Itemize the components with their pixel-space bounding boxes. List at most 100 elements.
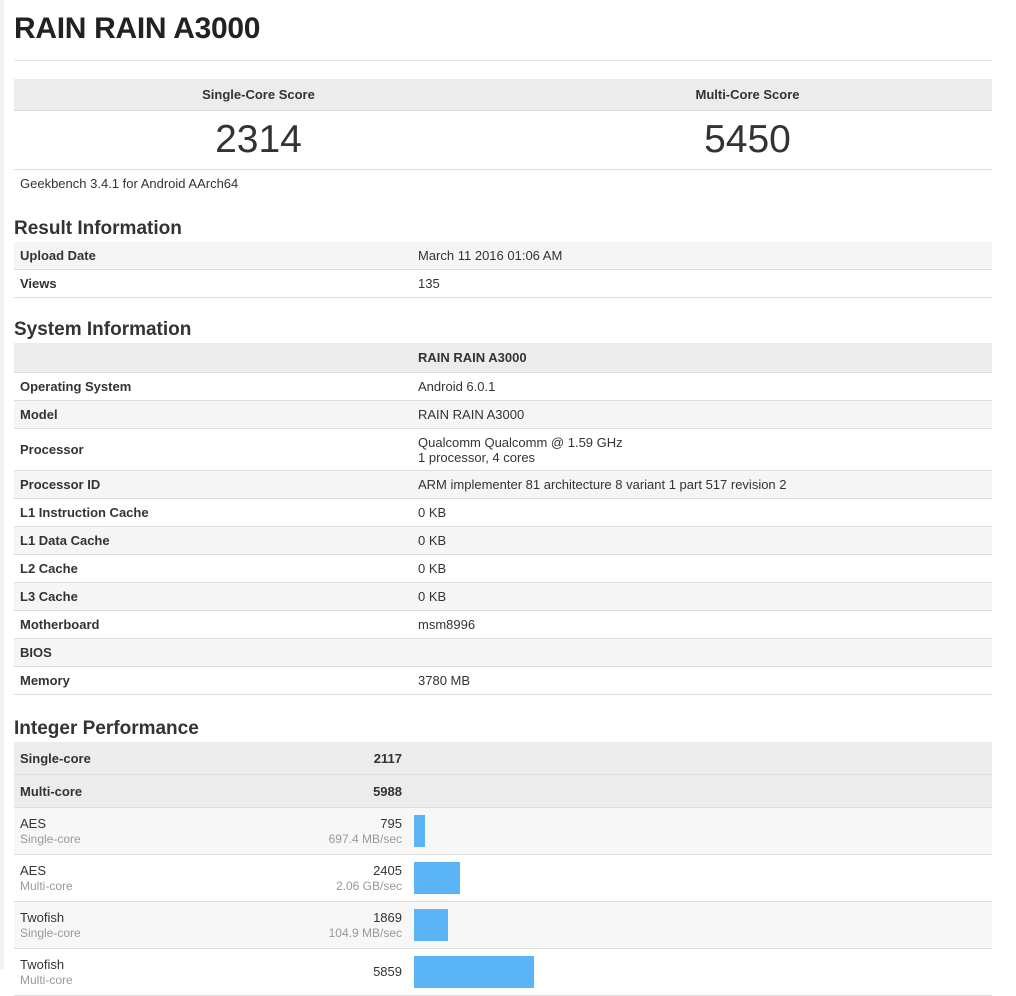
benchmark-score-cell: 2405 2.06 GB/sec xyxy=(321,854,408,902)
header-spacer xyxy=(14,343,412,373)
benchmark-mode: Single-core xyxy=(20,832,81,846)
system-information-heading: System Information xyxy=(14,319,192,340)
row-value: RAIN RAIN A3000 xyxy=(412,400,992,429)
row-key: BIOS xyxy=(14,638,412,667)
table-row: L3 Cache 0 KB xyxy=(14,582,992,611)
benchmark-graph-cell xyxy=(408,901,992,949)
benchmark-bar xyxy=(414,956,535,988)
row-key: Memory xyxy=(14,666,412,695)
left-edge-strip xyxy=(0,0,4,969)
benchmark-name-cell: AES Single-core xyxy=(14,807,321,855)
row-value: 0 KB xyxy=(412,526,992,555)
benchmark-bar xyxy=(414,862,460,894)
row-value: Android 6.0.1 xyxy=(412,372,992,401)
table-row: Operating System Android 6.0.1 xyxy=(14,372,992,401)
row-key: L1 Data Cache xyxy=(14,526,412,555)
table-row: Processor ID ARM implementer 81 architec… xyxy=(14,470,992,499)
benchmark-graph-cell xyxy=(408,807,992,855)
benchmark-mode: Multi-core xyxy=(20,879,73,893)
row-value xyxy=(412,638,992,667)
row-key: L1 Instruction Cache xyxy=(14,498,412,527)
processor-name: Qualcomm Qualcomm @ 1.59 GHz xyxy=(418,434,623,450)
benchmark-score-cell: 1869 104.9 MB/sec xyxy=(321,901,408,949)
benchmark-score-cell: 795 697.4 MB/sec xyxy=(321,807,408,855)
summary-score: 2117 xyxy=(321,742,408,775)
row-value: msm8996 xyxy=(412,610,992,639)
row-key: Model xyxy=(14,400,412,429)
row-value: Qualcomm Qualcomm @ 1.59 GHz 1 processor… xyxy=(412,428,992,471)
table-row: Model RAIN RAIN A3000 xyxy=(14,400,992,429)
device-header: RAIN RAIN A3000 xyxy=(412,343,992,373)
benchmark-rate: 104.9 MB/sec xyxy=(328,926,402,940)
row-value: 0 KB xyxy=(412,554,992,583)
row-value: 0 KB xyxy=(412,582,992,611)
benchmark-name-cell: Twofish Multi-core xyxy=(14,948,321,996)
benchmark-score: 795 xyxy=(380,816,402,831)
integer-performance-table: Single-core 2117 Multi-core 5988 AES Sin… xyxy=(14,742,992,996)
benchmark-bar xyxy=(414,909,448,941)
benchmark-score: 1869 xyxy=(373,910,402,925)
processor-topology: 1 processor, 4 cores xyxy=(418,449,536,465)
benchmark-row: Twofish Single-core 1869 104.9 MB/sec xyxy=(14,901,992,949)
result-information-table: Upload Date March 11 2016 01:06 AM Views… xyxy=(14,242,992,298)
row-value: 135 xyxy=(412,269,992,298)
benchmark-name: Twofish xyxy=(20,957,65,972)
row-key: Views xyxy=(14,269,412,298)
system-information-table: RAIN RAIN A3000 Operating System Android… xyxy=(14,343,992,695)
benchmark-name: AES xyxy=(20,816,47,831)
single-core-score-value: 2314 xyxy=(215,118,302,161)
score-header-row: Single-Core Score Multi-Core Score xyxy=(14,79,992,111)
row-key: Operating System xyxy=(14,372,412,401)
single-core-score-label: Single-Core Score xyxy=(202,87,315,102)
benchmark-row: AES Multi-core 2405 2.06 GB/sec xyxy=(14,854,992,902)
benchmark-name-cell: Twofish Single-core xyxy=(14,901,321,949)
benchmark-score-cell: 5859 xyxy=(321,948,408,996)
multi-core-score-label: Multi-Core Score xyxy=(695,87,800,102)
page-title: RAIN RAIN A3000 xyxy=(14,12,261,45)
table-row: Processor Qualcomm Qualcomm @ 1.59 GHz 1… xyxy=(14,428,992,471)
benchmark-name-cell: AES Multi-core xyxy=(14,854,321,902)
geekbench-version: Geekbench 3.4.1 for Android AArch64 xyxy=(20,176,239,191)
result-information-heading: Result Information xyxy=(14,218,182,239)
row-value: March 11 2016 01:06 AM xyxy=(412,242,992,270)
benchmark-graph-cell xyxy=(408,948,992,996)
single-core-summary-row: Single-core 2117 xyxy=(14,742,992,775)
table-row: Memory 3780 MB xyxy=(14,666,992,695)
score-value-row: 2314 5450 xyxy=(14,111,992,170)
multi-core-summary-row: Multi-core 5988 xyxy=(14,774,992,808)
benchmark-name: Twofish xyxy=(20,910,65,925)
integer-performance-heading: Integer Performance xyxy=(14,718,199,739)
row-key: L3 Cache xyxy=(14,582,412,611)
benchmark-rate: 2.06 GB/sec xyxy=(335,879,402,893)
benchmark-score: 5859 xyxy=(373,964,402,979)
table-header-row: RAIN RAIN A3000 xyxy=(14,343,992,373)
row-key: L2 Cache xyxy=(14,554,412,583)
summary-label: Single-core xyxy=(14,742,321,775)
row-key: Upload Date xyxy=(14,242,412,270)
benchmark-graph-cell xyxy=(408,854,992,902)
benchmark-row: Twofish Multi-core 5859 xyxy=(14,948,992,996)
row-key: Processor ID xyxy=(14,470,412,499)
benchmark-bar xyxy=(414,815,425,847)
benchmark-row: AES Single-core 795 697.4 MB/sec xyxy=(14,807,992,855)
benchmark-name: AES xyxy=(20,863,47,878)
table-row: L2 Cache 0 KB xyxy=(14,554,992,583)
benchmark-score: 2405 xyxy=(373,863,402,878)
table-row: L1 Data Cache 0 KB xyxy=(14,526,992,555)
table-row: Upload Date March 11 2016 01:06 AM xyxy=(14,242,992,270)
table-row: BIOS xyxy=(14,638,992,667)
row-key: Processor xyxy=(14,428,412,471)
row-value: 3780 MB xyxy=(412,666,992,695)
row-key: Motherboard xyxy=(14,610,412,639)
summary-graph-cell xyxy=(408,774,992,808)
row-value: 0 KB xyxy=(412,498,992,527)
summary-label: Multi-core xyxy=(14,774,321,808)
benchmark-mode: Single-core xyxy=(20,926,81,940)
benchmark-mode: Multi-core xyxy=(20,973,73,987)
summary-score: 5988 xyxy=(321,774,408,808)
score-summary: Single-Core Score Multi-Core Score 2314 … xyxy=(14,79,992,170)
table-row: L1 Instruction Cache 0 KB xyxy=(14,498,992,527)
benchmark-rate: 697.4 MB/sec xyxy=(328,832,402,846)
table-row: Views 135 xyxy=(14,269,992,298)
table-row: Motherboard msm8996 xyxy=(14,610,992,639)
